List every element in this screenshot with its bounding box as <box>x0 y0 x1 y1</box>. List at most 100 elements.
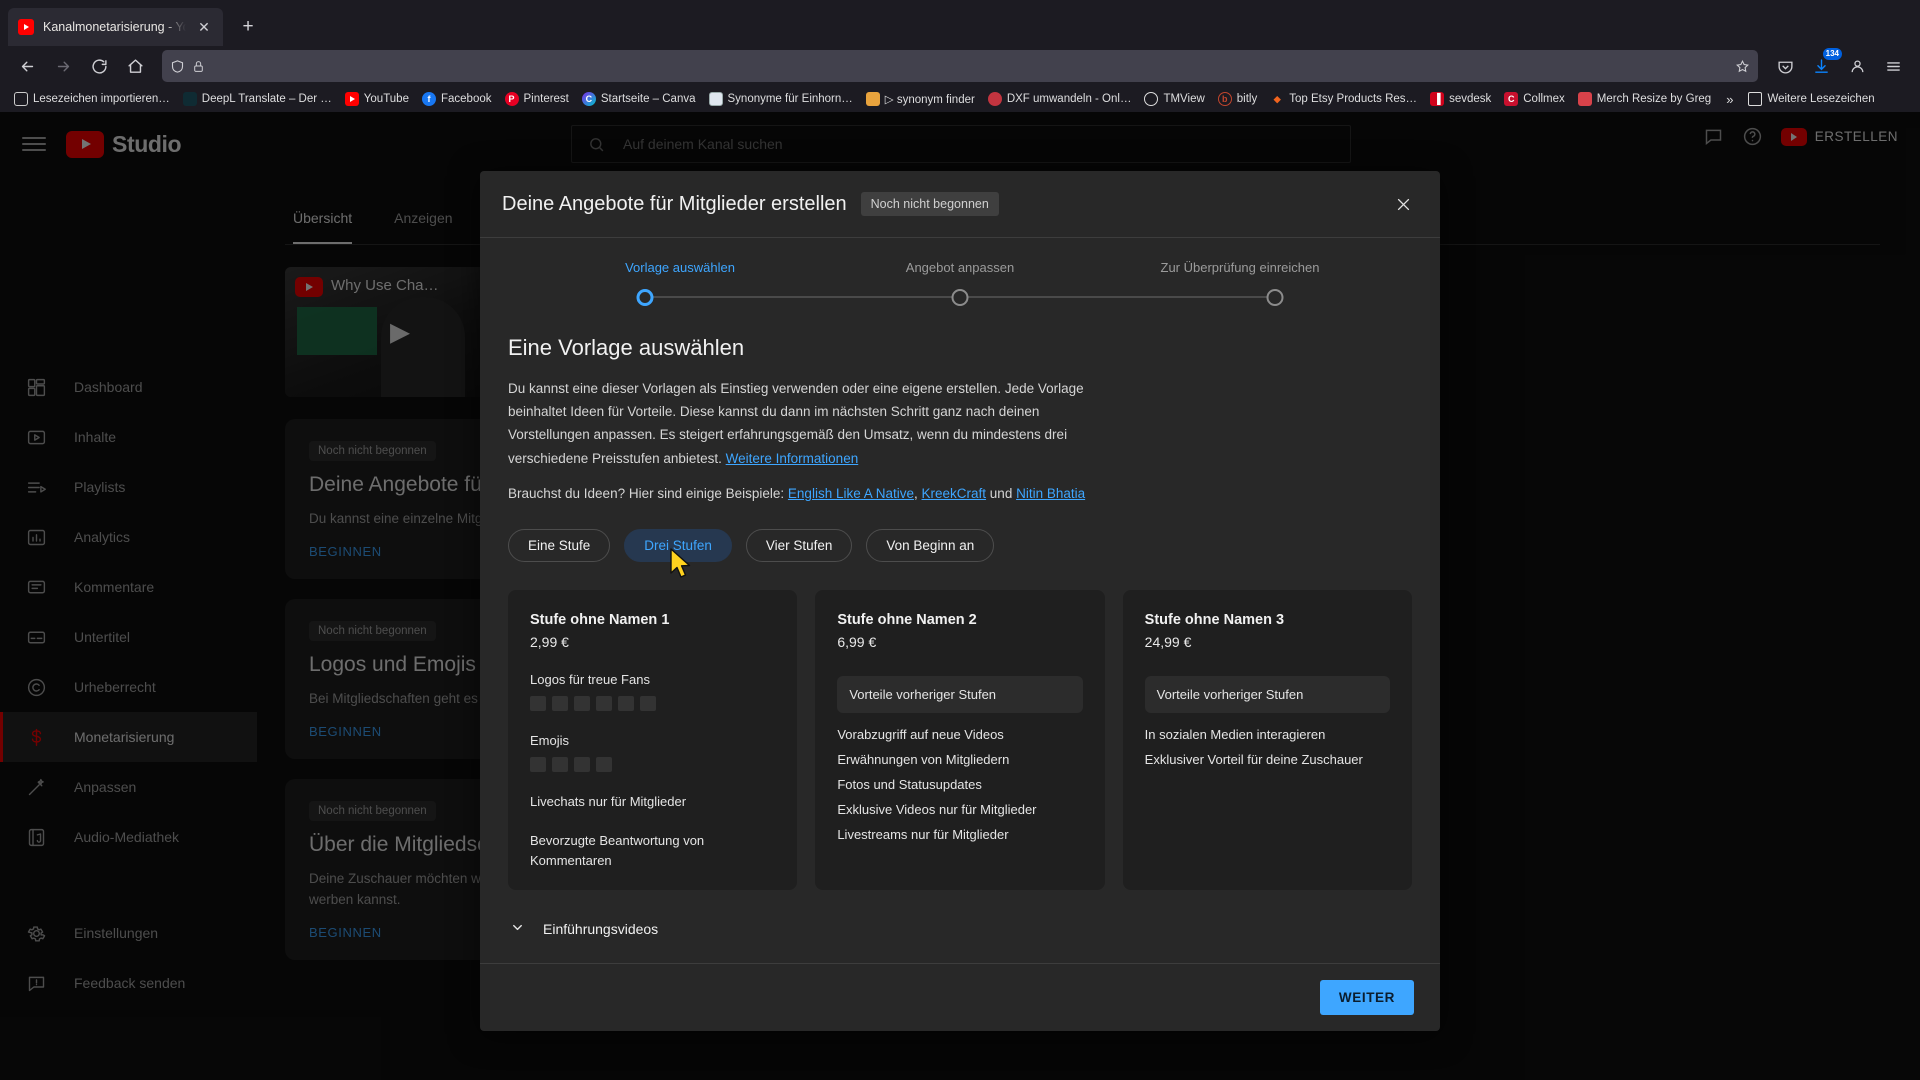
download-icon[interactable]: 134 <box>1804 48 1842 82</box>
chart-icon: ▐ <box>1430 92 1445 106</box>
bookmark-item[interactable]: C Collmex <box>1498 89 1571 109</box>
bookmark-item[interactable]: Lesezeichen importieren… <box>8 89 176 109</box>
collmex-icon: C <box>1504 92 1519 106</box>
stepper-dot-1[interactable] <box>636 289 654 306</box>
browser-tab[interactable]: Kanalmonetarisierung - YouTub ✕ <box>8 8 223 46</box>
account-icon[interactable] <box>1840 50 1874 82</box>
browser-chrome: Kanalmonetarisierung - YouTub ✕ + <box>0 0 1920 112</box>
example-channel-link[interactable]: English Like A Native <box>788 486 914 501</box>
bookmark-item[interactable]: ▷ synonym finder <box>860 89 981 109</box>
bookmark-item[interactable]: ▐ sevdesk <box>1424 89 1497 109</box>
example-channel-link[interactable]: Nitin Bhatia <box>1016 486 1085 501</box>
template-chip-drei-stufen[interactable]: Drei Stufen <box>624 528 732 562</box>
forward-button[interactable] <box>46 50 80 82</box>
examples-line: Brauchst du Ideen? Hier sind einige Beis… <box>508 486 1412 501</box>
bookmark-item[interactable]: b bitly <box>1212 89 1263 109</box>
reload-button[interactable] <box>82 50 116 82</box>
pocket-icon[interactable] <box>1768 50 1802 82</box>
modal-footer: WEITER <box>480 963 1440 1031</box>
perk-item: Fotos und Statusupdates <box>837 776 982 792</box>
intro-videos-accordion[interactable]: Einführungsvideos <box>508 920 1412 938</box>
tab-strip: Kanalmonetarisierung - YouTub ✕ + <box>0 0 1920 46</box>
modal-title: Deine Angebote für Mitglieder erstellen <box>502 192 847 215</box>
bookmark-item[interactable]: Merch Resize by Greg <box>1572 89 1717 109</box>
bitly-icon: b <box>1217 92 1232 106</box>
back-button[interactable] <box>10 50 44 82</box>
bookmark-label: Startseite – Canva <box>600 93 696 105</box>
tier-name: Stufe ohne Namen 2 <box>837 611 977 628</box>
perk-list: In sozialen Medien interagieren Exklusive… <box>1145 727 1390 767</box>
perk-placeholder-row <box>530 695 775 711</box>
url-bar[interactable] <box>162 50 1758 82</box>
other-bookmarks-folder[interactable]: Weitere Lesezeichen <box>1742 89 1880 109</box>
tier-card[interactable]: Stufe ohne Namen 1 2,99 € Logos für treue … <box>508 589 798 891</box>
tier-card-list: Stufe ohne Namen 1 2,99 € Logos für treue … <box>508 589 1412 891</box>
accordion-label: Einführungsvideos <box>543 921 659 938</box>
bookmark-label: YouTube <box>363 93 409 105</box>
bookmark-item[interactable]: DXF umwandeln - Onl… <box>982 89 1138 109</box>
bookmark-item[interactable]: P Pinterest <box>499 89 575 109</box>
perk-placeholder-square <box>552 756 568 772</box>
stepper-dot-3[interactable] <box>1266 289 1284 306</box>
tier-card[interactable]: Stufe ohne Namen 2 6,99 € Vorteile vorheri… <box>815 589 1105 891</box>
tier-card[interactable]: Stufe ohne Namen 3 24,99 € Vorteile vorher… <box>1122 589 1412 891</box>
book-icon <box>708 92 723 106</box>
stepper-label-1[interactable]: Vorlage auswählen <box>540 260 820 275</box>
next-button[interactable]: WEITER <box>1319 980 1414 1015</box>
bookmark-label: ▷ synonym finder <box>884 94 975 106</box>
star-icon[interactable] <box>1735 59 1750 74</box>
bookmark-label: Merch Resize by Greg <box>1596 93 1712 105</box>
bookmark-label: Pinterest <box>523 93 569 105</box>
toolbar-right: 134 <box>1768 48 1910 82</box>
perk-item: Livestreams nur für Mitglieder <box>837 826 1009 842</box>
tier-name: Stufe ohne Namen 1 <box>530 611 670 628</box>
perk-list: Vorabzugriff auf neue Videos Erwähnungen … <box>837 727 1082 842</box>
bookmark-item[interactable]: TMView <box>1138 89 1210 109</box>
template-chip-von-beginn-an[interactable]: Von Beginn an <box>866 528 995 562</box>
template-chip-vier-stufen[interactable]: Vier Stufen <box>745 528 853 562</box>
bookmark-item[interactable]: DeepL Translate – Der … <box>177 89 338 109</box>
perk-placeholder-square <box>640 695 656 711</box>
perk-item: In sozialen Medien interagieren <box>1144 726 1326 742</box>
shield-icon[interactable] <box>170 59 185 74</box>
perk-item: Exklusive Videos nur für Mitglieder <box>837 801 1037 817</box>
modal-body: Eine Vorlage auswählen Du kannst eine di… <box>480 321 1440 963</box>
home-button[interactable] <box>118 50 152 82</box>
perk-placeholder-square <box>596 756 612 772</box>
close-icon[interactable]: ✕ <box>195 18 213 36</box>
template-chip-group: Eine Stufe Drei Stufen Vier Stufen Von Begi… <box>508 528 1412 562</box>
bookmarks-overflow-button[interactable]: » <box>1718 92 1741 107</box>
perk-group: Logos für treue Fans <box>530 672 775 711</box>
bookmark-item[interactable]: YouTube <box>339 89 415 109</box>
perk-placeholder-square <box>618 695 634 711</box>
status-badge: Noch nicht begonnen <box>860 192 999 216</box>
perk-item: Exklusiver Vorteil für deine Zuschauer <box>1144 751 1363 767</box>
dot-icon <box>987 92 1002 106</box>
progress-stepper: Vorlage auswählen Angebot anpassen Zur Übe… <box>480 238 1440 321</box>
perk-placeholder-square <box>530 756 546 772</box>
learn-more-link[interactable]: Weitere Informationen <box>726 451 859 466</box>
example-channel-link[interactable]: KreekCraft <box>922 486 987 501</box>
bookmark-item[interactable]: ◆ Top Etsy Products Res… <box>1264 89 1423 109</box>
bookmark-item[interactable]: f Facebook <box>416 89 498 109</box>
globe-icon <box>1144 92 1159 106</box>
perk-placeholder-row <box>530 756 775 772</box>
bookmark-label: sevdesk <box>1449 93 1492 105</box>
stepper-label-3[interactable]: Zur Überprüfung einreichen <box>1100 260 1380 275</box>
new-tab-button[interactable]: + <box>233 12 263 42</box>
bookmark-label: Synonyme für Einhorn… <box>727 93 853 105</box>
tier-price: 24,99 € <box>1144 633 1192 650</box>
folder-icon <box>1748 92 1763 106</box>
chevron-down-icon <box>510 920 525 938</box>
stepper-label-2[interactable]: Angebot anpassen <box>820 260 1100 275</box>
perk-item: Bevorzugte Beantwortung von Kommentaren <box>530 833 705 868</box>
lock-icon[interactable] <box>192 59 205 74</box>
bookmark-label: DeepL Translate – Der … <box>201 93 332 105</box>
bookmark-item[interactable]: C Startseite – Canva <box>576 89 702 109</box>
create-offers-modal: Deine Angebote für Mitglieder erstellen … <box>480 171 1440 1031</box>
hamburger-menu-icon[interactable] <box>1876 50 1910 82</box>
stepper-dot-2[interactable] <box>951 289 969 306</box>
template-chip-eine-stufe[interactable]: Eine Stufe <box>508 528 611 562</box>
close-icon[interactable] <box>1388 189 1418 219</box>
bookmark-item[interactable]: Synonyme für Einhorn… <box>703 89 859 109</box>
